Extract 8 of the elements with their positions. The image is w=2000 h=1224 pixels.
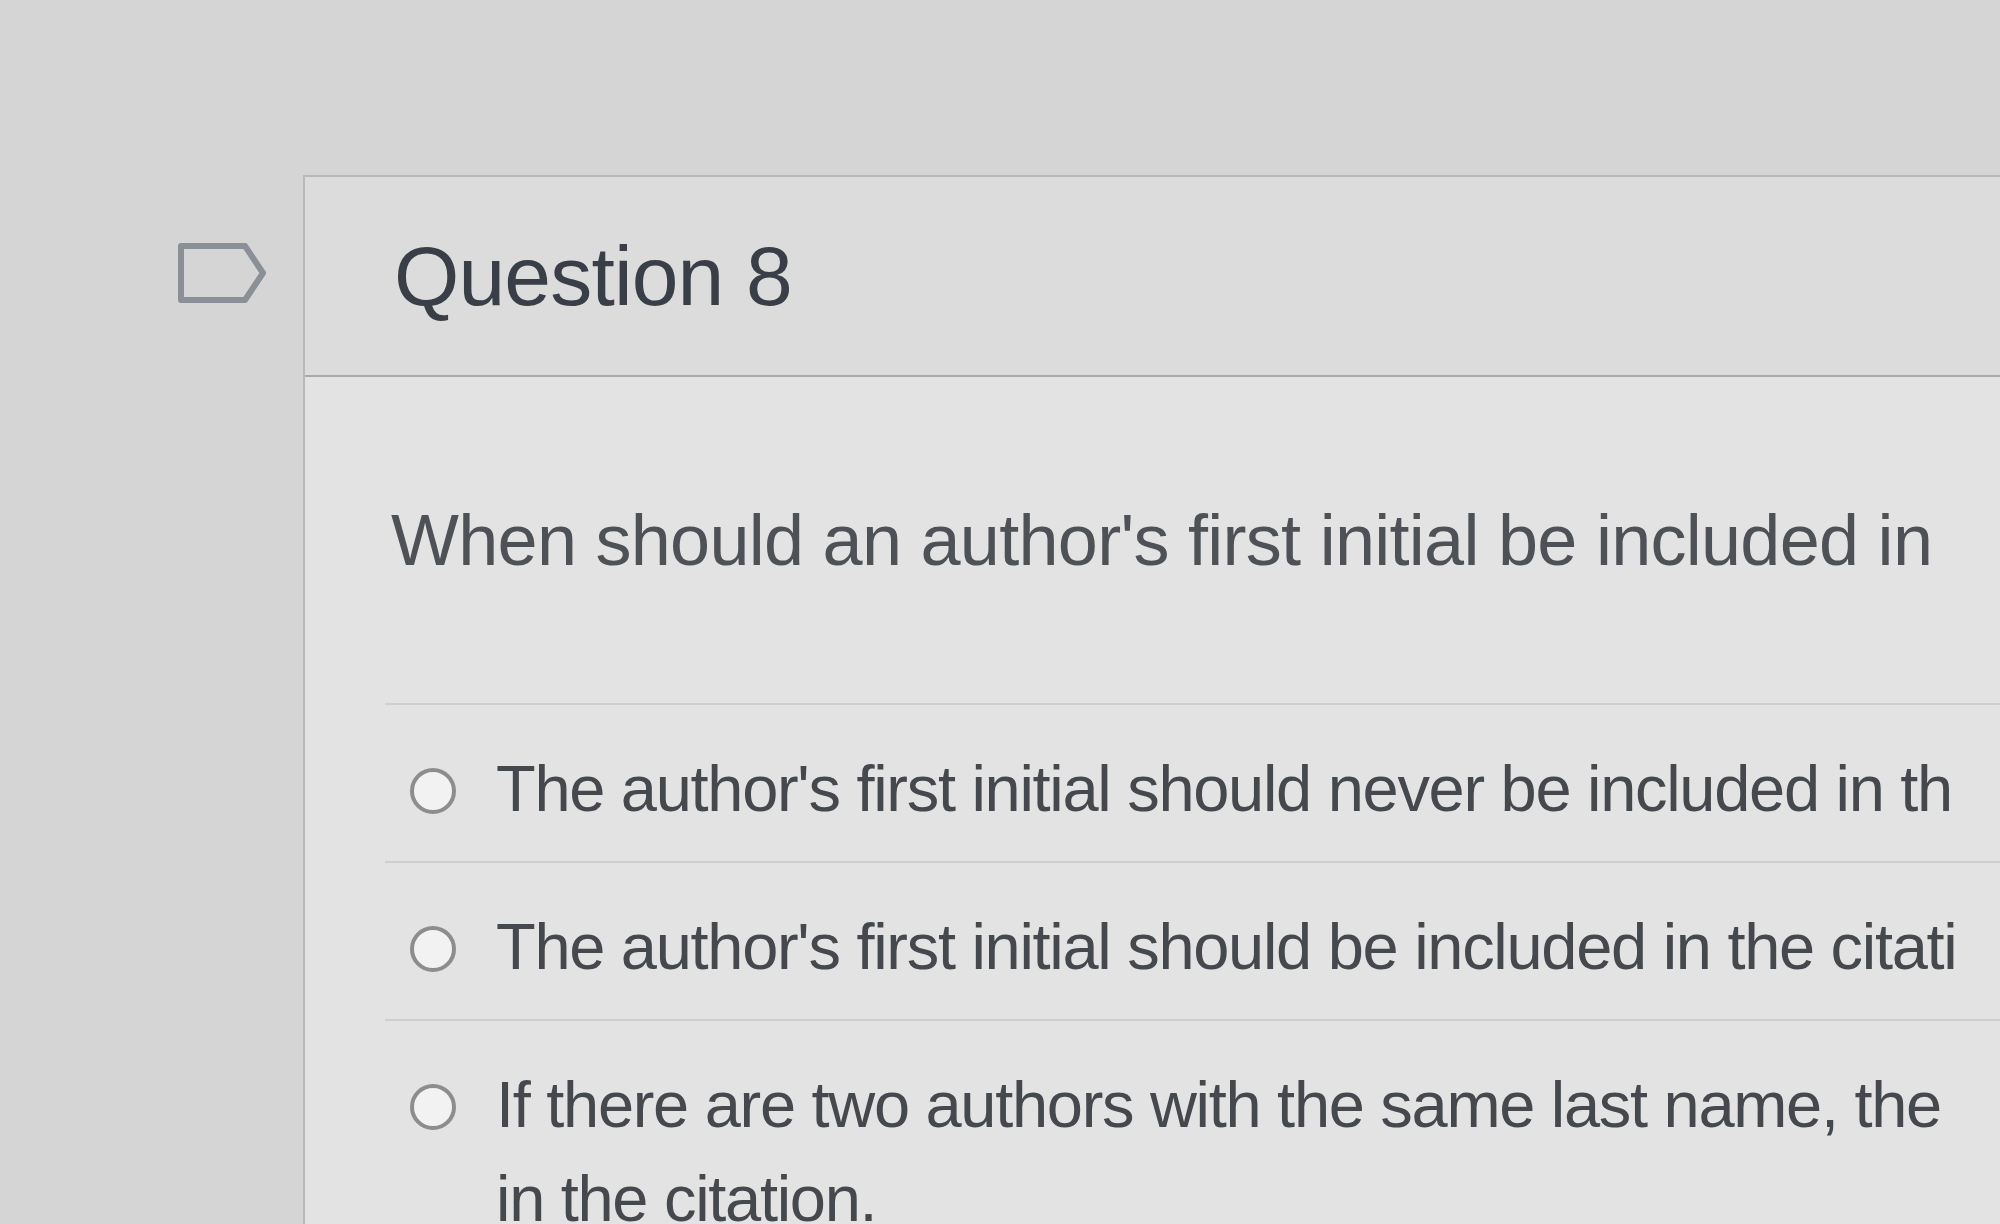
option-label[interactable]: The author's first initial should never be included in th [496,742,1952,837]
option-label[interactable]: The author's first initial should be included in the citati [496,900,1957,995]
question-text: When should an author's first initial be included in [390,499,1933,582]
flag-icon[interactable] [177,242,267,304]
radio-button[interactable] [408,766,458,817]
radio-button[interactable] [408,1082,458,1133]
option-label[interactable]: If there are two authors with the same last name, the in the citation. [496,1058,1941,1224]
radio-button[interactable] [408,924,458,975]
